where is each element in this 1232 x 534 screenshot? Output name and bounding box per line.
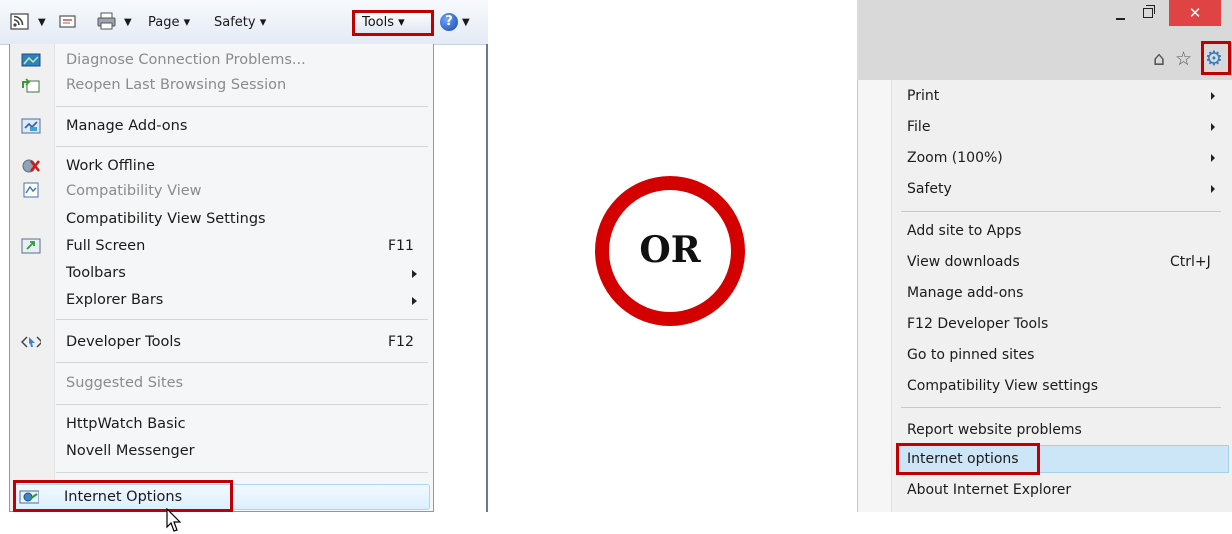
safety-menu-button[interactable]: Safety ▾ [214,13,266,33]
developer-tools-icon [21,336,41,348]
menu-item-f12-developer-tools[interactable]: F12 Developer Tools [907,310,1048,338]
compatibility-view-icon [23,182,39,198]
tools-gear-button[interactable]: ⚙ [1201,41,1231,75]
menu-separator [901,407,1221,408]
minimize-icon[interactable] [1116,18,1125,20]
ie-legacy-tools-panel: ▼ ▼ Page ▾ Safety ▾ Tools ▾ ? ▼ Diagnose… [0,0,488,532]
read-mail-icon[interactable] [58,11,78,31]
menu-item-manage-addons[interactable]: Manage add-ons [907,279,1023,307]
tools-menu-label: Tools ▾ [362,15,405,30]
print-icon[interactable] [96,11,118,31]
menu-item-safety[interactable]: Safety [907,175,952,203]
menu-item-work-offline[interactable]: Work Offline [66,154,155,178]
tools-menu-button[interactable]: Tools ▾ [352,10,434,36]
menu-icon-gutter [858,80,892,512]
globe-network-icon [21,53,41,67]
submenu-arrow-icon [412,270,417,278]
command-bar: ▼ ▼ Page ▾ Safety ▾ Tools ▾ ? ▼ [0,0,488,45]
internet-options-highlight-box [896,443,1040,475]
tools-dropdown-menu: Diagnose Connection Problems... Reopen L… [9,44,434,532]
menu-item-compatibility-view[interactable]: Compatibility View [66,179,202,203]
restore-icon[interactable] [1143,5,1155,18]
submenu-arrow-icon [1211,185,1215,193]
menu-icon-gutter [10,44,55,511]
menu-item-httpwatch-basic[interactable]: HttpWatch Basic [66,412,186,436]
submenu-arrow-icon [1211,123,1215,131]
chevron-down-icon[interactable]: ▼ [462,13,470,33]
menu-item-toolbars[interactable]: Toolbars [66,261,126,285]
ie-modern-tools-panel: ✕ ⌂ ☆ ⚙ Print File Zoom (100%) Safety Ad… [857,0,1232,512]
home-icon[interactable]: ⌂ [1153,48,1165,70]
menu-item-report-website-problems[interactable]: Report website problems [907,416,1082,444]
menu-separator [901,211,1221,212]
close-button[interactable]: ✕ [1169,0,1221,26]
full-screen-icon [21,238,41,254]
menu-item-developer-tools[interactable]: Developer Tools [66,330,181,354]
menu-item-go-to-pinned-sites[interactable]: Go to pinned sites [907,341,1034,369]
work-offline-icon [22,159,41,173]
menu-separator [56,362,428,363]
menu-item-explorer-bars[interactable]: Explorer Bars [66,288,163,312]
submenu-arrow-icon [1211,154,1215,162]
menu-item-compatibility-view-settings[interactable]: Compatibility View Settings [66,207,266,231]
addons-icon [21,118,41,134]
window-frame-edge [486,44,488,512]
page-menu-button[interactable]: Page ▾ [148,13,190,33]
shortcut-ctrl-j: Ctrl+J [1170,254,1211,270]
menu-item-view-downloads[interactable]: View downloads [907,248,1020,276]
gear-icon: ⚙ [1205,46,1223,70]
chevron-down-icon[interactable]: ▼ [38,13,46,33]
menu-separator [56,146,428,147]
menu-separator [56,472,428,473]
help-icon[interactable]: ? [440,13,458,31]
feeds-icon[interactable] [10,11,30,31]
menu-item-file[interactable]: File [907,113,930,141]
menu-item-about-internet-explorer[interactable]: About Internet Explorer [907,476,1071,504]
menu-item-add-site-to-apps[interactable]: Add site to Apps [907,217,1021,245]
menu-item-suggested-sites[interactable]: Suggested Sites [66,371,183,395]
menu-item-compatibility-view-settings[interactable]: Compatibility View settings [907,372,1098,400]
or-label: OR [639,229,701,271]
shortcut-f11: F11 [388,238,414,254]
menu-item-reopen-session[interactable]: Reopen Last Browsing Session [66,73,286,97]
menu-item-zoom[interactable]: Zoom (100%) [907,144,1003,172]
submenu-arrow-icon [412,297,417,305]
shortcut-f12: F12 [388,334,414,350]
chevron-down-icon[interactable]: ▼ [124,13,132,33]
menu-item-full-screen[interactable]: Full Screen [66,234,145,258]
favorites-star-icon[interactable]: ☆ [1175,48,1192,70]
menu-separator [56,404,428,405]
menu-item-diagnose-connection[interactable]: Diagnose Connection Problems... [66,48,306,72]
internet-options-highlight-box [13,480,233,512]
or-circle-badge: OR [595,176,745,326]
menu-separator [56,319,428,320]
title-bar: ✕ ⌂ ☆ ⚙ [857,0,1232,80]
submenu-arrow-icon [1211,92,1215,100]
gear-dropdown-menu: Print File Zoom (100%) Safety Add site t… [857,80,1232,512]
reopen-session-icon [22,78,40,93]
menu-item-novell-messenger[interactable]: Novell Messenger [66,439,195,463]
menu-item-print[interactable]: Print [907,82,939,110]
menu-separator [56,106,428,107]
menu-item-manage-addons[interactable]: Manage Add-ons [66,114,187,138]
